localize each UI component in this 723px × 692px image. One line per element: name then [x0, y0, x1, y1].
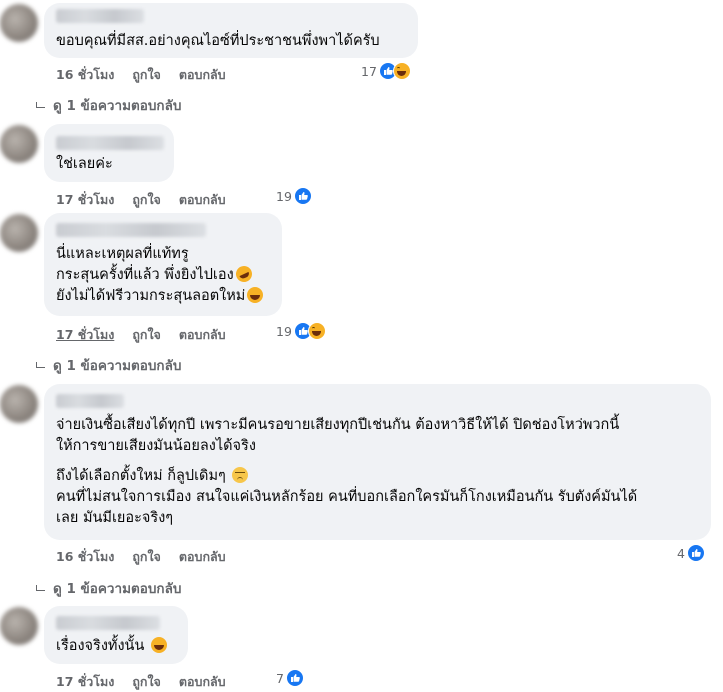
comment-bubble: นี่แหละเหตุผลที่แท้ทรู กระสุนครั้งที่แล้…	[44, 213, 282, 316]
comment-text: นี่แหละเหตุผลที่แท้ทรู	[56, 246, 189, 262]
comment-text-line: ยังไม่ได้ฟรีวามกระสุนลอตใหม่	[56, 286, 264, 307]
comment-bubble: จ่ายเงินซื้อเสียงได้ทุกปี เพราะมีคนรอขาย…	[44, 384, 711, 540]
like-icon	[293, 187, 312, 205]
avatar[interactable]	[0, 385, 38, 423]
like-icon	[285, 669, 304, 687]
like-button[interactable]: ถูกใจ	[132, 325, 161, 345]
view-replies-label: ดู 1 ข้อความตอบกลับ	[53, 581, 182, 597]
reply-arrow-icon	[36, 362, 45, 368]
comment-timestamp[interactable]: 16 ชั่วโมง	[56, 547, 114, 567]
like-icon	[686, 544, 705, 562]
comment-actions: 17 ชั่วโมง ถูกใจ ตอบกลับ	[56, 672, 226, 692]
comment-text: จ่ายเงินซื้อเสียงได้ทุกปี เพราะมีคนรอขาย…	[56, 417, 620, 433]
reaction-count: 19	[276, 323, 292, 339]
reaction-summary[interactable]: 4	[677, 544, 705, 562]
comment-timestamp[interactable]: 17 ชั่วโมง	[56, 325, 114, 345]
laughing-emoji	[247, 287, 264, 303]
reply-arrow-icon	[36, 102, 45, 108]
reply-button[interactable]: ตอบกลับ	[179, 65, 226, 85]
reaction-summary[interactable]: 7	[276, 669, 304, 687]
commenter-name-blurred[interactable]	[56, 223, 206, 237]
reply-button[interactable]: ตอบกลับ	[179, 325, 226, 345]
haha-icon	[392, 62, 411, 80]
reaction-summary[interactable]: 19	[276, 322, 326, 340]
reaction-count: 4	[677, 545, 685, 561]
reaction-count: 19	[276, 188, 292, 204]
reply-button[interactable]: ตอบกลับ	[179, 672, 226, 692]
like-button[interactable]: ถูกใจ	[132, 547, 161, 567]
commenter-name-blurred[interactable]	[56, 9, 144, 23]
commenter-name-blurred[interactable]	[56, 616, 160, 630]
view-replies-link[interactable]: ดู 1 ข้อความตอบกลับ	[36, 94, 181, 116]
comment-actions: 17 ชั่วโมง ถูกใจ ตอบกลับ	[56, 325, 226, 345]
comment-text-line: เลย มันมีเยอะจริงๆ	[56, 510, 174, 526]
haha-icon	[307, 322, 326, 340]
reaction-count: 7	[276, 670, 284, 686]
comment-timestamp[interactable]: 17 ชั่วโมง	[56, 672, 114, 692]
sad-emoji	[232, 467, 249, 483]
avatar[interactable]	[0, 125, 38, 163]
avatar[interactable]	[0, 4, 38, 42]
reply-button[interactable]: ตอบกลับ	[179, 547, 226, 567]
avatar[interactable]	[0, 214, 38, 252]
comment-text-line: ถึงได้เลือกตั้งใหม่ ก็ลูปเดิมๆ	[56, 466, 249, 487]
commenter-name-blurred[interactable]	[56, 136, 164, 150]
comment-text-line: ให้การขายเสียงมันน้อยลงได้จริง	[56, 438, 256, 454]
comment-bubble: ใช่เลยค่ะ	[44, 124, 174, 182]
view-replies-link[interactable]: ดู 1 ข้อความตอบกลับ	[36, 354, 181, 376]
reaction-summary[interactable]: 17	[361, 62, 411, 80]
like-button[interactable]: ถูกใจ	[132, 65, 161, 85]
reply-arrow-icon	[36, 585, 45, 591]
comment-text: ใช่เลยค่ะ	[56, 156, 113, 172]
view-replies-label: ดู 1 ข้อความตอบกลับ	[53, 98, 182, 114]
reaction-summary[interactable]: 19	[276, 187, 312, 205]
comment-bubble: ขอบคุณที่มีสส.อย่างคุณไอซ์ที่ประชาชนพึ่ง…	[44, 3, 418, 58]
comment-text-line: คนที่ไม่สนใจการเมือง สนใจแค่เงินหลักร้อย…	[56, 489, 638, 505]
reaction-count: 17	[361, 63, 377, 79]
avatar[interactable]	[0, 607, 38, 645]
comment-actions: 16 ชั่วโมง ถูกใจ ตอบกลับ	[56, 547, 226, 567]
comment-actions: 17 ชั่วโมง ถูกใจ ตอบกลับ	[56, 190, 226, 210]
comment-text-line: กระสุนครั้งที่แล้ว พึ่งยิงไปเอง	[56, 263, 255, 286]
comment-timestamp[interactable]: 17 ชั่วโมง	[56, 190, 114, 210]
rolling-laugh-emoji	[233, 263, 255, 285]
comment-text-line: เรื่องจริงทั้งนั้น	[56, 636, 167, 657]
comment-actions: 16 ชั่วโมง ถูกใจ ตอบกลับ	[56, 65, 226, 85]
comment-bubble: เรื่องจริงทั้งนั้น	[44, 606, 188, 664]
like-button[interactable]: ถูกใจ	[132, 672, 161, 692]
view-replies-link[interactable]: ดู 1 ข้อความตอบกลับ	[36, 577, 181, 599]
reply-button[interactable]: ตอบกลับ	[179, 190, 226, 210]
comment-timestamp[interactable]: 16 ชั่วโมง	[56, 65, 114, 85]
comment-text: ขอบคุณที่มีสส.อย่างคุณไอซ์ที่ประชาชนพึ่ง…	[56, 33, 380, 49]
laughing-emoji	[150, 637, 167, 653]
view-replies-label: ดู 1 ข้อความตอบกลับ	[53, 358, 182, 374]
like-button[interactable]: ถูกใจ	[132, 190, 161, 210]
commenter-name-blurred[interactable]	[56, 394, 124, 408]
